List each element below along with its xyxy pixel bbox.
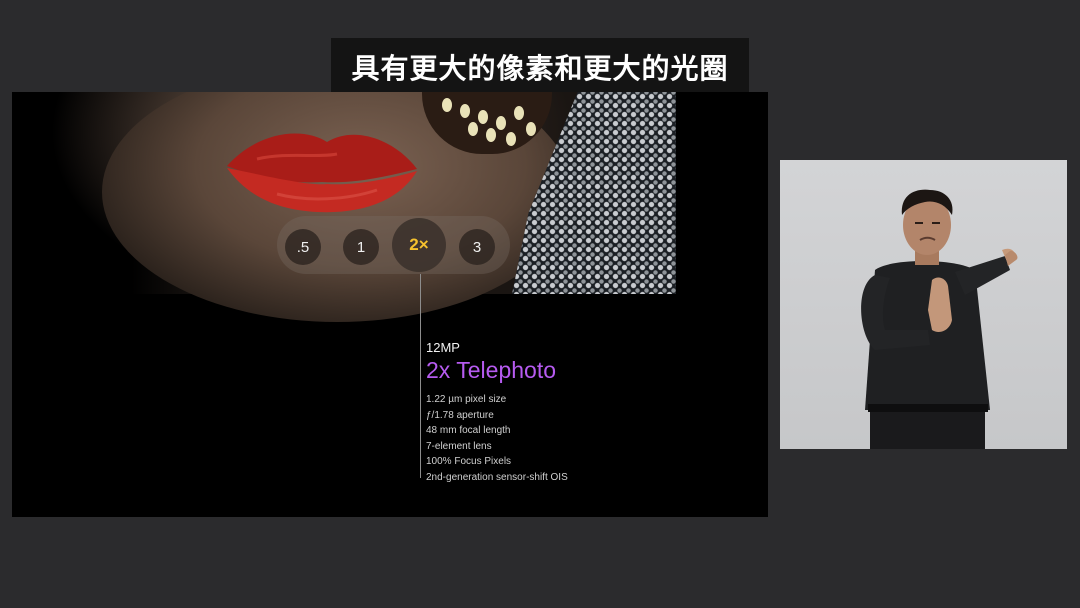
presentation-slide: .5 1 2× 3 12MP 2x Telephoto 1.22 µm pixe… xyxy=(12,92,768,517)
callout-leader-line xyxy=(420,274,421,478)
zoom-button-1x[interactable]: 1 xyxy=(343,229,379,265)
interpreter-figure xyxy=(861,189,1018,449)
spec-item: 7-element lens xyxy=(426,440,492,452)
spec-item: ƒ/1.78 aperture xyxy=(426,409,494,421)
sensor-resolution: 12MP xyxy=(426,340,460,355)
camera-sample-photo: .5 1 2× 3 xyxy=(12,92,676,322)
sign-language-interpreter-video xyxy=(780,160,1067,449)
red-lips-image xyxy=(227,133,417,213)
lens-title: 2x Telephoto xyxy=(426,357,557,383)
lens-specs: 12MP 2x Telephoto 1.22 µm pixel size ƒ/1… xyxy=(426,340,568,485)
spec-item: 48 mm focal length xyxy=(426,425,511,436)
spec-item: 1.22 µm pixel size xyxy=(426,394,507,405)
spec-item: 2nd-generation sensor-shift OIS xyxy=(426,471,568,483)
zoom-button-2x[interactable]: 2× xyxy=(392,218,446,272)
zoom-button-0-5x[interactable]: .5 xyxy=(285,229,321,265)
subtitle-caption: 具有更大的像素和更大的光圈 xyxy=(331,38,749,96)
zoom-button-3x[interactable]: 3 xyxy=(459,229,495,265)
spec-item: 100% Focus Pixels xyxy=(426,456,512,467)
